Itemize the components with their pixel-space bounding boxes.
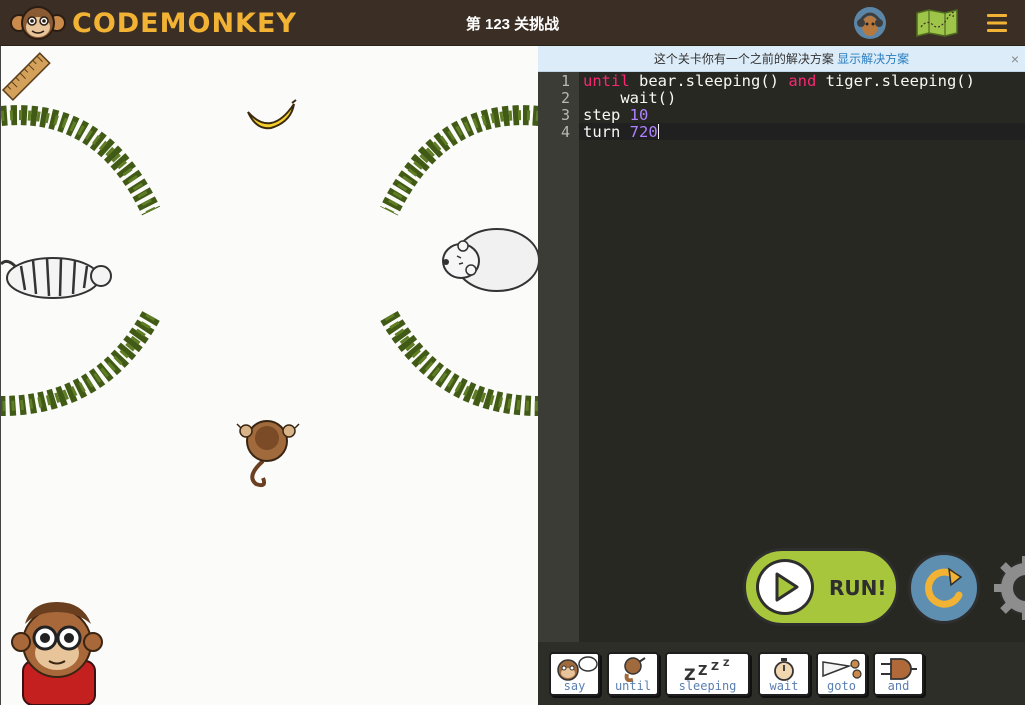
avatar-icon xyxy=(854,7,886,39)
code-text: step xyxy=(583,106,630,124)
line-number: 1 xyxy=(560,72,570,90)
hamburger-menu-button[interactable] xyxy=(982,6,1012,40)
sleeping-tiger[interactable] xyxy=(1,257,112,299)
sleeping-bear[interactable] xyxy=(442,228,538,292)
keyword: and xyxy=(788,72,817,90)
cmd-label: sleeping xyxy=(678,679,737,693)
code-line-2[interactable]: wait() xyxy=(583,90,676,107)
cmd-label: wait xyxy=(769,679,799,693)
reset-button[interactable] xyxy=(908,552,980,624)
ruler-icon[interactable] xyxy=(1,52,51,101)
reset-arrow-icon xyxy=(925,567,963,608)
cmd-label: until xyxy=(614,679,652,693)
close-notice-button[interactable]: × xyxy=(1011,46,1019,72)
svg-text:Z: Z xyxy=(723,659,730,669)
keyword: until xyxy=(583,72,630,90)
gear-icon xyxy=(994,556,1025,620)
number-literal: 10 xyxy=(629,106,649,124)
svg-text:Z: Z xyxy=(698,664,707,679)
settings-button[interactable] xyxy=(990,552,1025,624)
cmd-and[interactable]: and xyxy=(873,652,924,696)
play-icon xyxy=(756,559,814,615)
user-avatar-button[interactable] xyxy=(852,6,888,40)
bush-wall-bottom-left xyxy=(1,311,160,416)
code-text: bear.sleeping() xyxy=(629,72,789,90)
map-icon xyxy=(916,9,958,37)
app-root: CODEMONKEY 第 123 关挑战 这个关卡你有一个之前的解决方案 显示解… xyxy=(0,0,1025,705)
hamburger-icon xyxy=(987,14,1007,32)
line-number: 3 xyxy=(560,106,570,124)
cmd-label: say xyxy=(563,679,586,693)
previous-solution-notice: 这个关卡你有一个之前的解决方案 显示解决方案 × xyxy=(538,46,1025,72)
map-button[interactable] xyxy=(913,6,961,40)
editor-gutter: 1 2 3 4 xyxy=(538,72,579,642)
cmd-until[interactable]: until xyxy=(607,652,659,696)
code-text: tiger.sleeping() xyxy=(816,72,975,90)
cmd-sleeping[interactable]: Z Z Z Z sleeping xyxy=(665,652,750,696)
player-monkey[interactable] xyxy=(236,420,300,488)
game-stage[interactable] xyxy=(0,46,538,705)
notice-text: 这个关卡你有一个之前的解决方案 xyxy=(653,52,834,66)
number-literal: 720 xyxy=(629,123,658,141)
game-scene xyxy=(1,52,538,705)
run-label: RUN! xyxy=(829,576,887,600)
line-number: 2 xyxy=(560,89,570,107)
top-header: CODEMONKEY 第 123 关挑战 xyxy=(0,0,1025,46)
code-line-1[interactable]: until bear.sleeping() and tiger.sleeping… xyxy=(583,73,975,90)
code-text: turn xyxy=(583,123,630,141)
bush-wall-top-right xyxy=(380,105,538,216)
cmd-wait[interactable]: wait xyxy=(758,652,810,696)
svg-text:Z: Z xyxy=(711,660,719,673)
run-button[interactable]: RUN! xyxy=(743,548,899,626)
bush-wall-top-left xyxy=(1,105,161,216)
cmd-say[interactable]: say xyxy=(549,652,600,696)
bush-wall-bottom-right xyxy=(380,310,538,416)
monkey-character-portrait xyxy=(11,602,103,705)
banana-icon xyxy=(247,99,297,130)
line-number: 4 xyxy=(560,123,570,141)
cmd-label: goto xyxy=(827,679,856,693)
show-solution-link[interactable]: 显示解决方案 xyxy=(837,52,909,66)
code-line-3[interactable]: step 10 xyxy=(583,107,648,124)
cmd-label: and xyxy=(887,679,910,693)
code-line-4[interactable]: turn 720 xyxy=(583,124,659,141)
text-cursor xyxy=(657,124,659,139)
cmd-goto[interactable]: goto xyxy=(816,652,867,696)
code-text: wait() xyxy=(583,89,677,107)
